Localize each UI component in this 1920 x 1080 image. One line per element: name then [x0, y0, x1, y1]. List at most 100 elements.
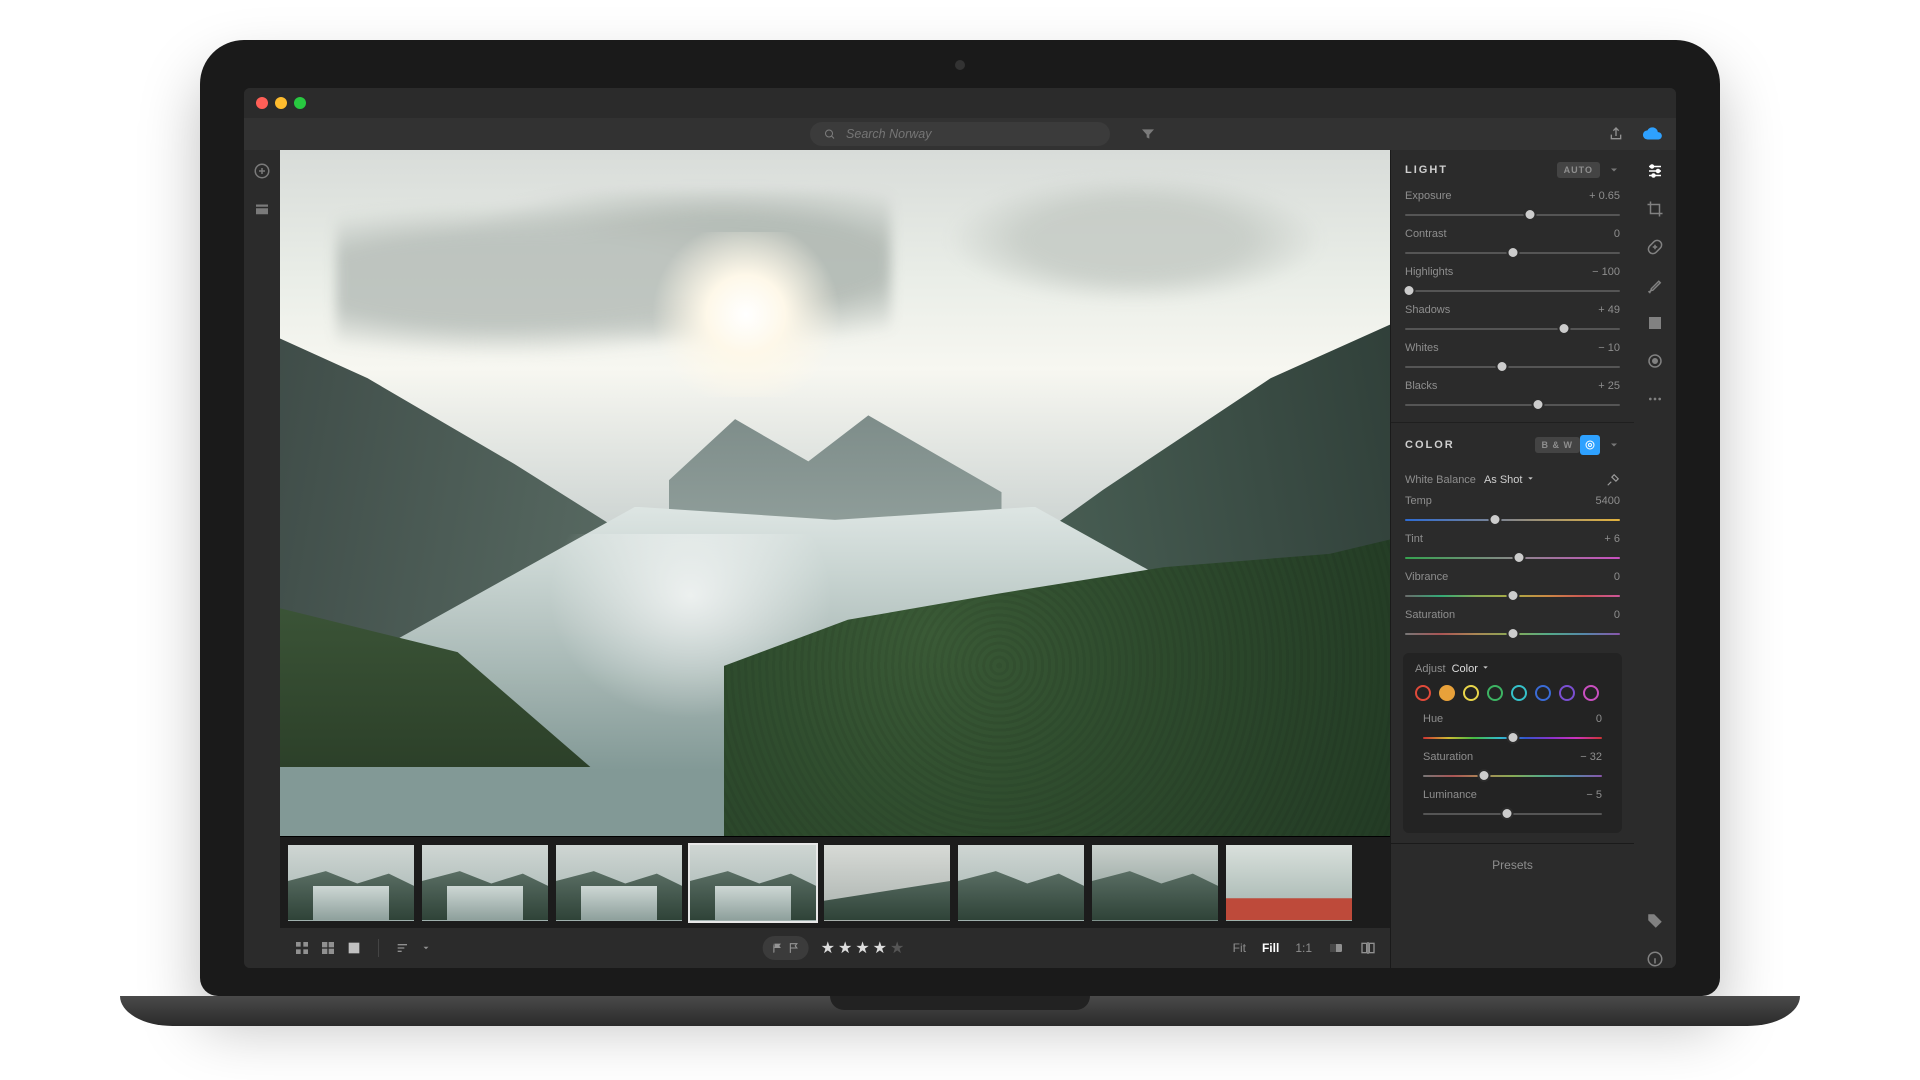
mixer-hue-label: Hue [1423, 713, 1443, 725]
color-swatch[interactable] [1487, 685, 1503, 701]
search-field[interactable] [810, 122, 1110, 146]
color-title: COLOR [1405, 439, 1455, 451]
left-toolbar [244, 150, 280, 968]
vibrance-slider[interactable] [1405, 587, 1620, 605]
exposure-label: Exposure [1405, 190, 1451, 202]
photo-canvas[interactable] [280, 150, 1390, 836]
edit-sliders-icon[interactable] [1646, 162, 1664, 180]
compare-icon[interactable] [1360, 940, 1376, 956]
thumbnail[interactable] [1224, 843, 1354, 923]
sort-icon[interactable] [395, 940, 411, 956]
thumbnail[interactable] [1090, 843, 1220, 923]
wb-value[interactable]: As Shot [1484, 474, 1535, 486]
light-title: LIGHT [1405, 164, 1448, 176]
adjust-value[interactable]: Color [1452, 663, 1490, 675]
auto-button[interactable]: AUTO [1557, 162, 1600, 178]
divider [378, 939, 379, 957]
zoom-fit[interactable]: Fit [1233, 941, 1246, 955]
window-close-button[interactable] [256, 97, 268, 109]
view-grid-large-icon[interactable] [320, 940, 336, 956]
color-swatch[interactable] [1559, 685, 1575, 701]
color-swatch[interactable] [1511, 685, 1527, 701]
blacks-slider[interactable] [1405, 396, 1620, 414]
window-zoom-button[interactable] [294, 97, 306, 109]
chevron-down-icon[interactable] [1608, 164, 1620, 176]
mixer-luminance-slider[interactable] [1423, 805, 1602, 823]
flag-pick-icon[interactable] [771, 940, 784, 956]
tag-icon[interactable] [1646, 912, 1664, 930]
temp-value: 5400 [1596, 495, 1620, 507]
thumbnail[interactable] [554, 843, 684, 923]
chevron-down-icon [1526, 474, 1535, 483]
linear-gradient-icon[interactable] [1646, 314, 1664, 332]
window-minimize-button[interactable] [275, 97, 287, 109]
mixer-luminance-label: Luminance [1423, 789, 1477, 801]
bw-button[interactable]: B & W [1535, 437, 1581, 453]
thumbnail[interactable] [822, 843, 952, 923]
edit-panel: LIGHT AUTO Exposure+ 0.65 Contrast0 High… [1390, 150, 1634, 968]
filmstrip[interactable] [280, 836, 1390, 928]
rating-stars[interactable]: ★★★★★ [821, 938, 908, 958]
saturation-label: Saturation [1405, 609, 1455, 621]
laptop-camera [955, 60, 965, 70]
color-swatch[interactable] [1535, 685, 1551, 701]
temp-slider[interactable] [1405, 511, 1620, 529]
saturation-slider[interactable] [1405, 625, 1620, 643]
filter-icon[interactable] [1140, 126, 1156, 142]
shadows-slider[interactable] [1405, 320, 1620, 338]
mixer-saturation-slider[interactable] [1423, 767, 1602, 785]
view-grid-small-icon[interactable] [294, 940, 310, 956]
eyedropper-icon[interactable] [1606, 473, 1620, 487]
exposure-slider[interactable] [1405, 206, 1620, 224]
zoom-fill[interactable]: Fill [1262, 941, 1279, 955]
thumbnail[interactable] [420, 843, 550, 923]
wb-label: White Balance [1405, 474, 1476, 486]
view-single-icon[interactable] [346, 940, 362, 956]
contrast-slider[interactable] [1405, 244, 1620, 262]
contrast-value: 0 [1614, 228, 1620, 240]
white-balance-row[interactable]: White Balance As Shot [1391, 463, 1634, 491]
flag-reject-icon[interactable] [788, 940, 801, 956]
mixer-saturation-value: − 32 [1580, 751, 1602, 763]
tint-slider[interactable] [1405, 549, 1620, 567]
shadows-label: Shadows [1405, 304, 1450, 316]
healing-icon[interactable] [1646, 238, 1664, 256]
color-section-header[interactable]: COLOR B & W [1391, 422, 1634, 463]
vibrance-label: Vibrance [1405, 571, 1448, 583]
mixer-hue-slider[interactable] [1423, 729, 1602, 747]
original-toggle-icon[interactable] [1328, 940, 1344, 956]
thumbnail-selected[interactable] [688, 843, 818, 923]
highlights-label: Highlights [1405, 266, 1453, 278]
color-swatch[interactable] [1583, 685, 1599, 701]
library-icon[interactable] [253, 200, 271, 218]
mixer-saturation-label: Saturation [1423, 751, 1473, 763]
color-swatch[interactable] [1415, 685, 1431, 701]
thumbnail[interactable] [286, 843, 416, 923]
light-section-header[interactable]: LIGHT AUTO [1391, 150, 1634, 186]
thumbnail[interactable] [956, 843, 1086, 923]
chevron-down-icon[interactable] [1608, 439, 1620, 451]
top-toolbar [244, 118, 1676, 150]
temp-label: Temp [1405, 495, 1432, 507]
color-mixer-icon[interactable] [1580, 435, 1600, 455]
search-icon [824, 128, 836, 141]
mixer-hue-value: 0 [1596, 713, 1602, 725]
color-swatch[interactable] [1439, 685, 1455, 701]
more-icon[interactable] [1647, 390, 1663, 408]
zoom-1to1[interactable]: 1:1 [1295, 941, 1312, 955]
radial-gradient-icon[interactable] [1646, 352, 1664, 370]
cloud-sync-icon[interactable] [1642, 123, 1664, 145]
brush-icon[interactable] [1646, 276, 1664, 294]
chevron-down-icon[interactable] [421, 940, 431, 956]
share-icon[interactable] [1608, 126, 1624, 142]
right-toolbar [1634, 150, 1676, 968]
search-input[interactable] [844, 126, 1096, 142]
whites-slider[interactable] [1405, 358, 1620, 376]
info-icon[interactable] [1646, 950, 1664, 968]
add-photo-icon[interactable] [253, 162, 271, 180]
color-swatch[interactable] [1463, 685, 1479, 701]
highlights-slider[interactable] [1405, 282, 1620, 300]
crop-icon[interactable] [1646, 200, 1664, 218]
tint-value: + 6 [1604, 533, 1620, 545]
presets-button[interactable]: Presets [1391, 843, 1634, 886]
